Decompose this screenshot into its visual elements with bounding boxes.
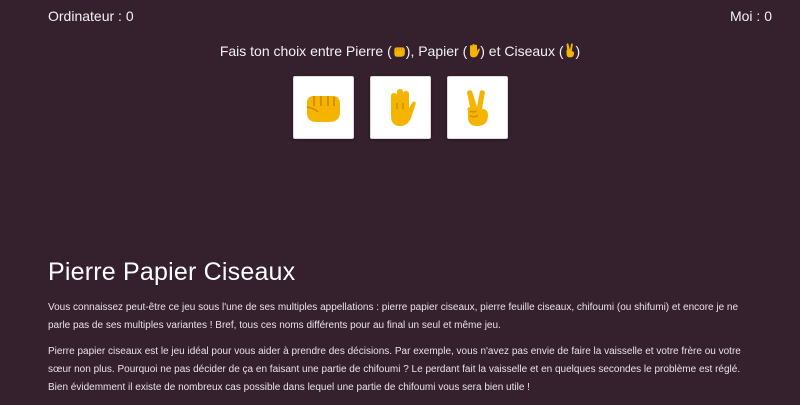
choice-prompt: Fais ton choix entre Pierre ( ), Papier (… — [0, 43, 800, 60]
article-paragraph-2: Pierre papier ciseaux est le jeu idéal p… — [48, 346, 741, 393]
scoreboard: Ordinateur : 0 Moi : 0 — [0, 0, 800, 32]
prompt-text-start: Fais ton choix entre Pierre ( — [219, 43, 392, 59]
scissors-button[interactable] — [446, 76, 508, 139]
victory-hand-icon — [462, 89, 492, 127]
choice-buttons — [0, 76, 800, 139]
computer-score: Ordinateur : 0 — [48, 8, 134, 24]
article: Pierre Papier Ciseaux Vous connaissez pe… — [48, 258, 760, 405]
fist-icon — [392, 44, 406, 60]
paper-button[interactable] — [369, 76, 431, 139]
article-title: Pierre Papier Ciseaux — [48, 258, 296, 286]
fist-icon — [304, 91, 342, 125]
rock-button[interactable] — [292, 76, 354, 139]
hand-icon — [384, 88, 416, 127]
player-score: Moi : 0 — [729, 8, 772, 24]
prompt-text-mid1: ), Papier ( — [405, 43, 468, 59]
hand-icon — [467, 44, 481, 60]
prompt-text-mid2: ) et Ciseaux ( — [480, 43, 564, 59]
victory-hand-icon — [564, 43, 576, 60]
article-paragraph-1: Vous connaissez peut-être ce jeu sous l'… — [48, 302, 739, 331]
prompt-text-end: ) — [575, 43, 581, 59]
